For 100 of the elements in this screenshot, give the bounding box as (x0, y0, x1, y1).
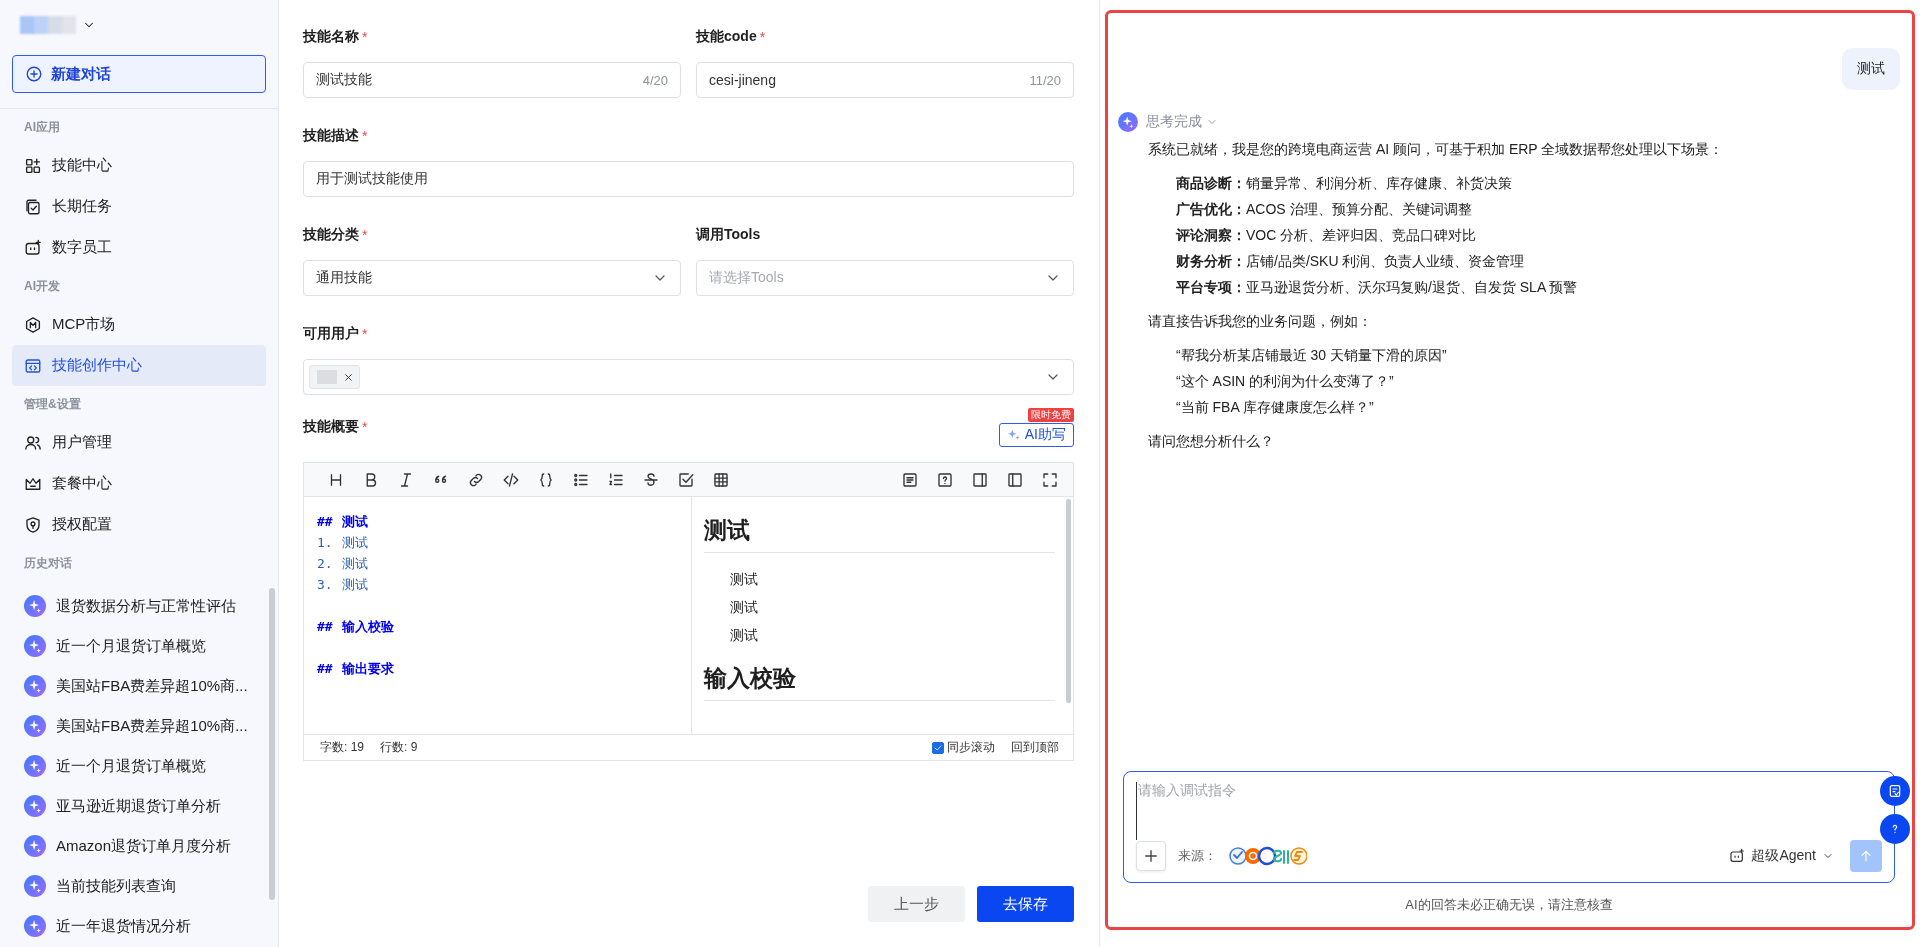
nav-item[interactable]: 用户管理 (12, 422, 266, 463)
scenario-item: 平台专项：亚马逊退货分析、沃尔玛复购/退货、自发货 SLA 预警 (1176, 278, 1579, 297)
history-item[interactable]: 近一年退货情况分析 (12, 906, 266, 946)
help-icon[interactable] (936, 470, 954, 489)
arrow-up-icon (1858, 848, 1874, 864)
history-item[interactable]: 美国站FBA费差异超10%商... (12, 706, 266, 746)
disclaimer-text: AI的回答未必正确无误，请注意核查 (1405, 896, 1613, 914)
scenario-item: 财务分析：店铺/品类/SKU 利润、负责人业绩、资金管理 (1176, 252, 1526, 271)
field-label: 技能名称 (303, 28, 359, 46)
fullscreen-icon[interactable] (1041, 470, 1059, 489)
split-pane-icon[interactable] (1006, 470, 1024, 489)
required-mark: * (362, 326, 368, 342)
text-field[interactable]: 用于测试技能使用 (303, 161, 1074, 197)
plus-icon (1142, 847, 1160, 865)
message-text: 请直接告诉我您的业务问题，例如： (1148, 312, 1373, 331)
markdown-line: ## 测试 (317, 513, 369, 531)
hexagon-icon (24, 315, 42, 334)
sparkle-icon (24, 755, 46, 777)
agent-mode-dropdown[interactable]: 超级Agent (1729, 847, 1834, 865)
preview-list-item: 测试 (729, 598, 759, 617)
sparkle-icon (24, 715, 46, 737)
markdown-line: 3. 测试 (317, 576, 369, 594)
select-field[interactable]: 通用技能 (303, 260, 681, 296)
nav-item[interactable]: 数字员工 (12, 227, 266, 268)
sparkle-icon (24, 835, 46, 857)
close-icon[interactable] (343, 371, 354, 383)
user-message: 测试 (1842, 48, 1900, 90)
document-check-icon (1887, 783, 1903, 799)
preview-heading: 测试 (704, 515, 1055, 553)
example-question: “帮我分析某店铺最近 30 天销量下滑的原因” (1176, 346, 1448, 365)
section-title: AI应用 (24, 118, 60, 136)
sparkle-icon (24, 915, 46, 937)
preview-pane-icon[interactable] (971, 470, 989, 489)
preview-list-item: 测试 (729, 570, 759, 589)
required-mark: * (362, 227, 368, 243)
braces-icon[interactable] (537, 470, 555, 489)
history-item[interactable]: 美国站FBA费差异超10%商... (12, 666, 266, 706)
message-field[interactable]: 请输入调试指令 (1136, 782, 1852, 840)
nav-item[interactable]: 技能创作中心 (12, 345, 266, 386)
sparkle-icon (24, 635, 46, 657)
section-title: 管理&设置 (24, 395, 81, 413)
field-label: 调用Tools (696, 226, 761, 244)
promo-badge: 限时免费 (1028, 408, 1074, 422)
history-item[interactable]: 近一个月退货订单概览 (12, 626, 266, 666)
sparkle-icon (24, 595, 46, 617)
robot-face-icon (24, 238, 42, 257)
strikethrough-icon[interactable] (642, 470, 660, 489)
assistant-avatar-icon (1118, 112, 1138, 132)
back-to-top-link[interactable]: 回到顶部 (1011, 739, 1059, 756)
multi-select-field[interactable] (303, 359, 1074, 395)
markdown-line: ## 输入校验 (317, 618, 395, 636)
field-label: 技能code (696, 28, 757, 46)
notes-button[interactable] (1880, 776, 1910, 806)
checkbox-icon[interactable] (677, 470, 695, 489)
nav-item[interactable]: MCP市场 (12, 304, 266, 345)
message-text: 系统已就绪，我是您的跨境电商运营 AI 顾问，可基于积加 ERP 全域数据帮您处理以下场景： (1148, 140, 1725, 159)
back-button[interactable]: 上一步 (868, 886, 965, 922)
checkbox[interactable] (932, 741, 944, 754)
section-title: 历史对话 (24, 554, 72, 572)
example-question: “当前 FBA 库存健康度怎么样？” (1176, 398, 1375, 417)
scrollbar[interactable] (269, 588, 275, 900)
scenario-item: 评论洞察：VOC 分析、差评归因、竞品口碑对比 (1176, 226, 1478, 245)
message-text: 请问您想分析什么？ (1148, 432, 1275, 451)
field-label: 技能概要 (303, 418, 359, 436)
ai-write-button[interactable]: AI助写 (998, 423, 1074, 447)
scenario-item: 广告优化：ACOS 治理、预算分配、关键词调整 (1176, 200, 1473, 219)
history-item[interactable]: 退货数据分析与正常性评估 (12, 586, 266, 626)
required-mark: * (362, 419, 368, 435)
code-icon[interactable] (502, 470, 520, 489)
checkbox-label: 同步滚动 (947, 739, 995, 756)
field-label: 技能描述 (303, 127, 359, 145)
help-button[interactable] (1880, 814, 1910, 844)
text-field[interactable]: 测试技能 4/20 (303, 62, 681, 98)
required-mark: * (362, 29, 368, 45)
history-item[interactable]: Amazon退货订单月度分析 (12, 826, 266, 866)
sparkle-icon (24, 675, 46, 697)
history-item[interactable]: 近一个月退货订单概览 (12, 746, 266, 786)
required-mark: * (362, 128, 368, 144)
history-item[interactable]: 亚马逊近期退货订单分析 (12, 786, 266, 826)
example-question: “这个 ASIN 的利润为什么变薄了？” (1176, 372, 1395, 391)
sparkle-icon (24, 795, 46, 817)
section-title: AI开发 (24, 277, 60, 295)
preview-heading: 输入校验 (704, 663, 1055, 701)
source-label: 来源： (1178, 847, 1217, 865)
add-button[interactable] (1136, 841, 1166, 871)
history-item[interactable]: 当前技能列表查询 (12, 866, 266, 906)
text-field[interactable]: cesi-jineng 11/20 (696, 62, 1074, 98)
nav-item[interactable]: 技能中心 (12, 145, 266, 186)
table-icon[interactable] (712, 470, 730, 489)
scrollbar[interactable] (1066, 499, 1071, 703)
field-label: 可用用户 (303, 325, 359, 343)
document-icon[interactable] (901, 470, 919, 489)
save-button[interactable]: 去保存 (977, 886, 1074, 922)
blurred-logo (20, 16, 76, 34)
new-chat-button[interactable]: 新建对话 (12, 55, 266, 93)
sparkle-icon (24, 875, 46, 897)
nav-item[interactable]: 授权配置 (12, 504, 266, 545)
nav-item[interactable]: 套餐中心 (12, 463, 266, 504)
robot-face-icon (1729, 848, 1746, 864)
nav-item[interactable]: 长期任务 (12, 186, 266, 227)
